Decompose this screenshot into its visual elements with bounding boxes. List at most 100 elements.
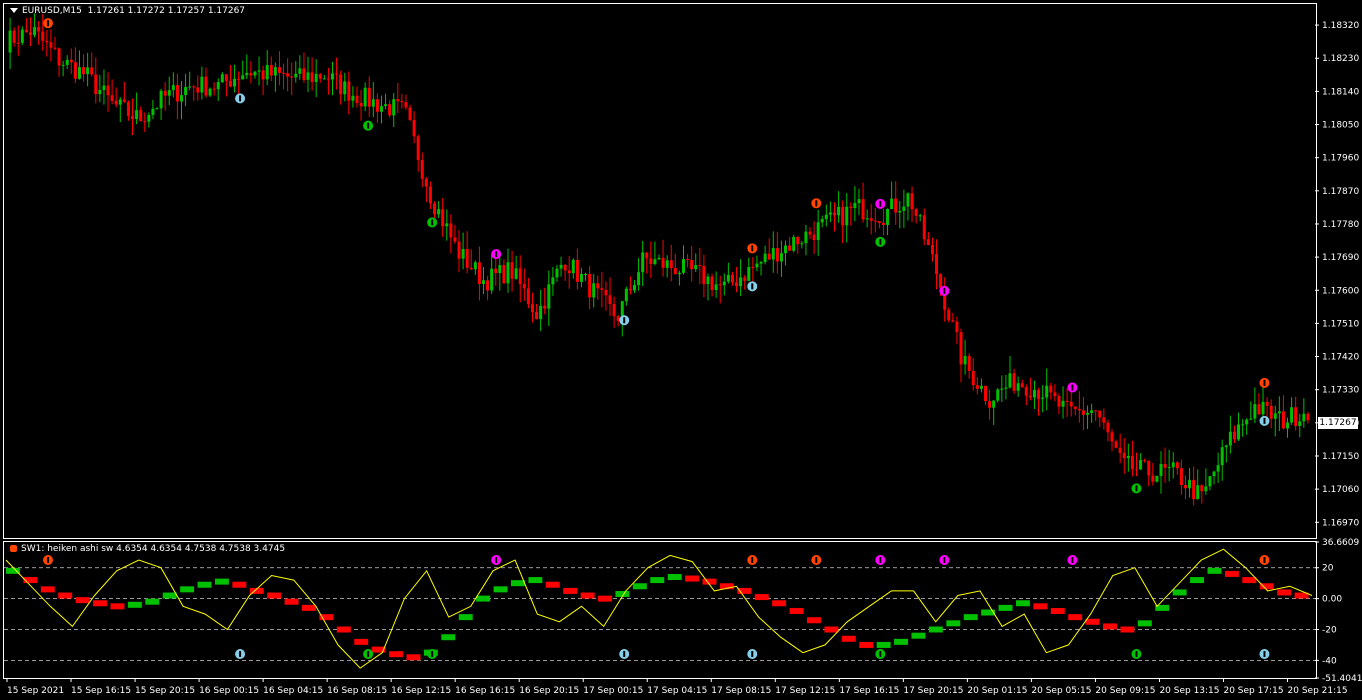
marker-stem	[751, 283, 754, 290]
candle-body	[155, 108, 159, 110]
histogram-bar	[284, 598, 299, 605]
time-tick-label: 20 Sep 09:15	[1095, 686, 1155, 696]
indicator-header: SW1: heiken ashi sw 4.6354 4.6354 4.7538…	[10, 544, 285, 554]
candle-body	[37, 27, 41, 32]
mt4-terminal: EURUSD,M15 1.17261 1.17272 1.17257 1.172…	[0, 0, 1362, 700]
price-tick-label: 1.17870	[1322, 187, 1359, 197]
candle-body	[1273, 413, 1277, 419]
current-price-badge: 1.17267	[1318, 417, 1358, 429]
triangle-down-icon[interactable]	[10, 8, 18, 13]
candle-body	[1114, 441, 1118, 448]
down-signal-marker	[875, 236, 886, 247]
up-signal-marker	[939, 555, 950, 565]
candle-body	[853, 203, 857, 209]
histogram-bar	[302, 604, 316, 611]
candle-body	[677, 272, 681, 275]
candle-body	[1065, 400, 1069, 402]
candle-body	[224, 74, 228, 82]
candle-body	[494, 268, 498, 274]
histogram-bar	[876, 641, 891, 648]
histogram-bar	[1172, 589, 1187, 596]
down-signal-marker	[427, 217, 438, 228]
candle-body	[661, 257, 665, 268]
indicator-chart[interactable]	[4, 542, 1316, 678]
candle-body	[645, 252, 649, 259]
candle-body	[902, 206, 906, 211]
candle-body	[563, 264, 567, 271]
candle-body	[49, 42, 53, 48]
up-signal-marker	[1259, 555, 1270, 565]
time-tick-label: 15 Sep 2021	[7, 686, 64, 696]
marker-stem	[815, 557, 818, 563]
marker-stem	[751, 651, 754, 657]
marker-stem	[431, 651, 434, 657]
marker-stem	[815, 200, 818, 207]
candle-body	[608, 295, 612, 305]
up-signal-marker	[1259, 377, 1270, 388]
down-signal-marker	[363, 120, 374, 131]
indicator-tick-label: 0.00	[1322, 595, 1342, 605]
time-tick-label: 20 Sep 05:15	[1031, 686, 1091, 696]
candle-body	[959, 332, 963, 365]
candle-body	[755, 263, 759, 268]
candle-body	[1298, 421, 1302, 426]
price-chart[interactable]	[4, 4, 1316, 538]
candle-body	[110, 95, 114, 101]
candle-body	[1094, 410, 1098, 412]
histogram-bar	[928, 626, 943, 633]
marker-stem	[1263, 417, 1266, 424]
candle-body	[433, 203, 437, 215]
candle-body	[506, 262, 510, 284]
candle-body	[139, 110, 143, 122]
candle-body	[657, 257, 661, 260]
indicator-panel[interactable]: SW1: heiken ashi sw 4.6354 4.6354 4.7538…	[3, 541, 1317, 679]
candle-body	[514, 268, 518, 279]
candle-body	[1155, 475, 1159, 482]
candle-body	[751, 267, 755, 269]
main-chart-panel[interactable]: EURUSD,M15 1.17261 1.17272 1.17257 1.172…	[3, 3, 1317, 539]
candle-body	[1216, 465, 1220, 472]
candle-body	[1167, 467, 1171, 469]
histogram-bar	[336, 626, 351, 633]
candle-body	[816, 222, 820, 240]
candle-body	[1290, 407, 1294, 423]
histogram-bar	[528, 577, 543, 584]
indicator-tick-label: 36.6609	[1322, 538, 1359, 548]
candle-body	[57, 48, 61, 66]
candle-body	[1245, 419, 1249, 425]
candle-body	[33, 27, 37, 36]
candle-body	[261, 70, 265, 80]
candle-body	[412, 119, 416, 137]
candle-body	[420, 159, 424, 179]
candle-body	[522, 284, 526, 289]
candle-body	[837, 206, 841, 216]
histogram-bar	[58, 592, 73, 599]
up-signal-marker	[811, 198, 822, 209]
candle-body	[339, 74, 343, 95]
candle-body	[237, 78, 241, 80]
candle-body	[792, 236, 796, 251]
candle-body	[743, 277, 747, 281]
candle-body	[775, 248, 779, 262]
histogram-bar	[75, 597, 90, 604]
down-signal-marker	[619, 649, 630, 659]
candle-body	[628, 288, 632, 291]
histogram-bar	[1050, 607, 1065, 614]
histogram-bar	[789, 607, 804, 614]
candle-body	[1257, 404, 1261, 415]
histogram-bar	[145, 598, 160, 605]
up-signal-marker	[491, 249, 502, 260]
price-tick-label: 1.17060	[1322, 485, 1359, 495]
histogram-bar	[1190, 577, 1205, 584]
candle-body	[1151, 475, 1155, 482]
candle-body	[482, 280, 486, 284]
price-tick-label: 1.17150	[1322, 452, 1359, 462]
candle-body	[1057, 396, 1061, 407]
marker-stem	[367, 651, 370, 657]
indicator-tick-label: -40	[1322, 656, 1337, 666]
histogram-bar	[389, 651, 404, 658]
candle-body	[710, 276, 714, 291]
marker-stem	[1263, 557, 1266, 563]
candle-body	[82, 67, 86, 75]
candle-body	[1237, 424, 1241, 440]
